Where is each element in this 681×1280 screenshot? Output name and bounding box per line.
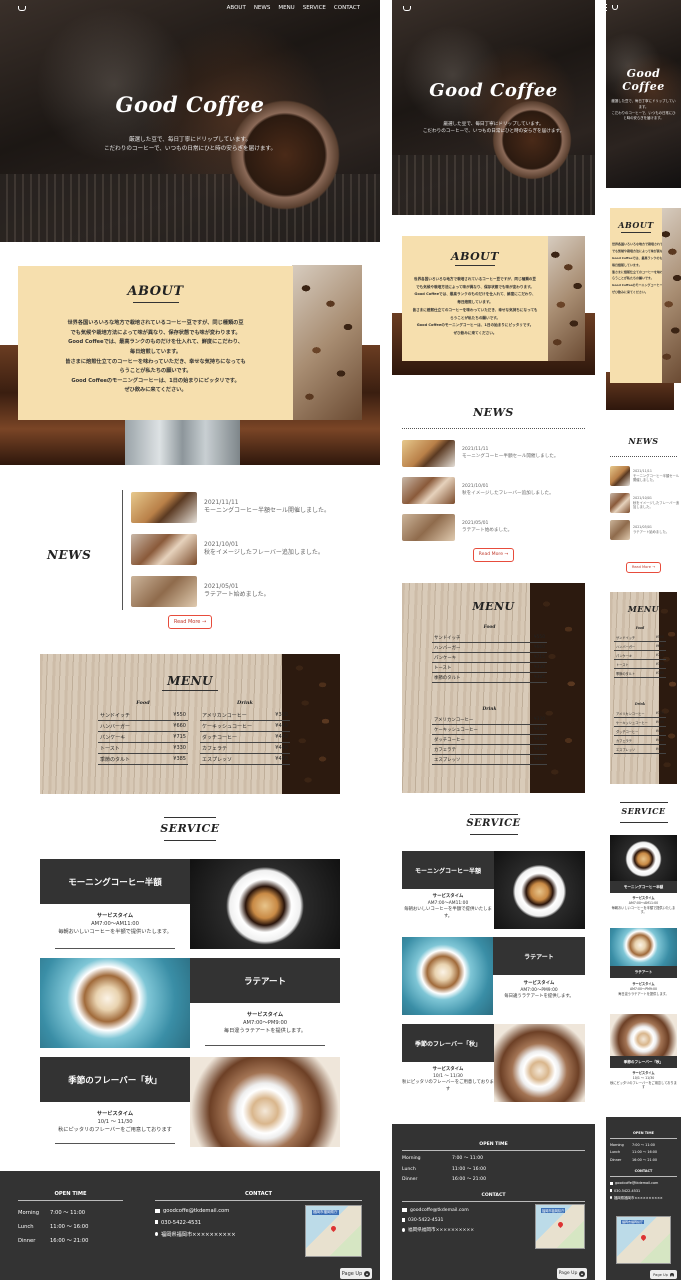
service-name-morning: モーニングコーヒー半額 xyxy=(402,851,494,889)
logo-cup-icon[interactable] xyxy=(18,6,26,11)
news-item[interactable]: 2021/05/01 ラテアート始めました。 xyxy=(131,575,331,607)
menu-title: MENU xyxy=(167,674,213,688)
about-beans-image xyxy=(548,236,585,361)
service-name-autumn: 季節のフレーバー「秋」 xyxy=(40,1057,190,1102)
service-info-autumn: サービスタイム 10/1 ～ 11/30 秋にピッタリのフレーバーをご用意しておりま… xyxy=(58,1111,172,1133)
page-up-button[interactable]: Page Up xyxy=(557,1268,587,1279)
news-item[interactable]: 2021/10/01 秋をイメージしたフレーバー追加しました。 xyxy=(402,477,587,504)
map-embed[interactable]: 福岡市福岡県庁 xyxy=(305,1205,362,1257)
news-thumbnail xyxy=(131,491,197,523)
news-list: 2021/11/11 モーニングコーヒー半額セール開催しました。 2021/10/… xyxy=(402,440,587,541)
news-title: NEWS xyxy=(473,406,514,419)
service-name-autumn: 季節のフレーバー「秋」 xyxy=(402,1024,494,1062)
menu-food: Food サンドイッチ ¥550 ハンバーガー ¥660 パンケーキ ¥715 トース… xyxy=(432,625,547,683)
service-title: SERVICE xyxy=(160,822,220,835)
service-info-morning: サービスタイム AM7:00～AM11:00 毎朝おいしいコーヒーを半額で提供いたし… xyxy=(58,913,172,935)
hero-mobile: Good Coffee 厳選した豆で、毎日丁寧にドリップしています。 こだわりのコ… xyxy=(606,0,681,188)
hours-row: Lunch 11:00 ～ 16:00 xyxy=(18,1223,89,1230)
global-nav: ABOUT NEWS MENU SERVICE CONTACT xyxy=(227,5,360,11)
news-item[interactable]: 2021/10/01 秋をイメージしたフレーバー追加しました。 xyxy=(131,533,331,565)
hours-title: OPEN TIME xyxy=(18,1191,123,1201)
menu-board: MENU Food サンドイッチ ¥550 ハンバーガー ¥660 パンケーキ ¥71… xyxy=(610,592,677,784)
footer: OPEN TIME Morning 7:00 ～ 11:00 Lunch 11:00… xyxy=(606,1117,681,1280)
news-list: 2021/11/11 モーニングコーヒー半額セール開催しました。 2021/10/… xyxy=(131,491,331,607)
menu-row: エスプレッソ ¥460 xyxy=(200,754,290,765)
news-divider xyxy=(122,490,123,610)
news-item[interactable]: 2021/11/11 モーニングコーヒー半額セール開催しました。 xyxy=(402,440,587,467)
service-name-latte: ラテアート xyxy=(493,937,585,975)
service-photo-morning xyxy=(190,859,340,949)
menu-drink: Drink アメリカンコーヒー ¥330 ケーキッシュコーヒー ¥440 ダッチコー… xyxy=(200,700,290,765)
menu-row: ダッチコーヒー ¥440 xyxy=(200,732,290,743)
hero-subtitle: 厳選した豆で、毎日丁寧にドリップしています。 こだわりのコーヒーで、いつもの日常に… xyxy=(103,137,277,152)
menu-row: 季節のタルト ¥385 xyxy=(98,754,188,765)
hamburger-menu-icon[interactable] xyxy=(606,4,607,11)
service-name-morning: モーニングコーヒー半額 xyxy=(40,859,190,904)
footer: OPEN TIME Morning 7:00 ～ 11:00 Lunch 11:00… xyxy=(392,1124,595,1280)
menu-row: アメリカンコーヒー ¥330 xyxy=(200,710,290,721)
arrow-up-icon xyxy=(364,1270,371,1277)
phone-icon xyxy=(155,1220,158,1225)
nav-news[interactable]: NEWS xyxy=(254,5,271,11)
menu-row: カフェラテ ¥440 xyxy=(200,743,290,754)
about-card: ABOUT 世界各国いろいろな地方で栽培されているコーヒー豆ですが、同じ種類の豆… xyxy=(402,236,548,361)
about-text: 世界各国いろいろな地方で栽培されているコーヒー豆ですが、同じ種類の豆 でも気候や栽… xyxy=(65,320,246,394)
menu-board: MENU Food サンドイッチ ¥550 ハンバーガー ¥660 パンケーキ ¥71… xyxy=(402,583,585,793)
news-title: NEWS xyxy=(47,548,92,562)
news-item[interactable]: 2021/05/01 ラテアート始めました。 xyxy=(402,514,587,541)
about-card: ABOUT 世界各国いろいろな地方で栽培されているコーヒー豆ですが、同じ種類の豆… xyxy=(610,208,662,383)
nav-service[interactable]: SERVICE xyxy=(303,5,326,11)
page-up-button[interactable]: Page Up xyxy=(340,1268,372,1279)
about-title: ABOUT xyxy=(127,284,184,299)
pin-icon xyxy=(155,1232,158,1237)
read-more-button[interactable]: Read More → xyxy=(626,562,661,573)
nav-contact[interactable]: CONTACT xyxy=(334,5,360,11)
logo-cup-icon[interactable] xyxy=(403,6,411,11)
hours-row: Dinner 16:00 ～ 21:00 xyxy=(18,1237,89,1244)
map-embed[interactable]: 福岡市福岡県庁 xyxy=(535,1204,585,1249)
news-thumbnail xyxy=(131,575,197,607)
service-photo-autumn xyxy=(190,1057,340,1147)
read-more-button[interactable]: Read More → xyxy=(168,615,212,629)
hours-row: Morning 7:00 ～ 11:00 xyxy=(18,1210,86,1216)
service-info-latte: サービスタイム AM7:00～PM9:00 毎日違うラテアートを提供します。 xyxy=(223,1012,307,1034)
about-glass-image xyxy=(125,418,240,465)
hero-title: Good Coffee xyxy=(429,80,558,101)
page-up-button[interactable]: Page Up xyxy=(650,1270,677,1279)
menu-row: サンドイッチ ¥550 xyxy=(98,710,188,721)
menu-row: トースト ¥330 xyxy=(98,743,188,754)
map-embed[interactable]: 福岡市福岡県庁 xyxy=(616,1216,671,1264)
menu-row: ケーキッシュコーヒー ¥440 xyxy=(200,721,290,732)
menu-board: MENU Food サンドイッチ ¥550 ハンバーガー ¥660 パンケーキ ¥71… xyxy=(40,654,340,794)
hero-subtitle: 厳選した豆で、毎日丁寧にドリップしています。 こだわりのコーヒーで、いつもの日常に… xyxy=(422,122,565,135)
news-item[interactable]: 2021/11/11 モーニングコーヒー半額セール開催しました。 xyxy=(131,491,331,523)
menu-row: パンケーキ ¥715 xyxy=(98,732,188,743)
mail-icon xyxy=(155,1208,160,1213)
service-name-latte: ラテアート xyxy=(190,958,340,1003)
menu-food: Food サンドイッチ ¥550 ハンバーガー ¥660 パンケーキ ¥715 トース… xyxy=(98,700,188,765)
nav-about[interactable]: ABOUT xyxy=(227,5,246,11)
menu-row: ハンバーガー ¥660 xyxy=(98,721,188,732)
footer: OPEN TIME Morning 7:00 ～ 11:00 Lunch 11:00… xyxy=(0,1171,380,1280)
about-card: ABOUT 世界各国いろいろな地方で栽培されているコーヒー豆ですが、同じ種類の豆… xyxy=(18,266,293,420)
read-more-button[interactable]: Read More → xyxy=(473,548,514,562)
hero-tablet: Good Coffee 厳選した豆で、毎日丁寧にドリップしています。 こだわりのコ… xyxy=(392,0,595,215)
menu-drink: Drink アメリカンコーヒー ¥330 ケーキッシュコーヒー ¥440 ダッチコー… xyxy=(432,707,547,765)
service-photo-latte xyxy=(40,958,190,1048)
contact-title: CONTACT xyxy=(155,1191,362,1201)
hero-title: Good Coffee xyxy=(115,92,265,117)
about-beans-image xyxy=(292,265,362,420)
news-thumbnail xyxy=(131,533,197,565)
service-title: SERVICE xyxy=(466,818,521,829)
nav-menu[interactable]: MENU xyxy=(278,5,294,11)
about-text: 世界各国いろいろな地方で栽培されているコーヒー豆ですが、同じ種類の豆 でも気候や栽… xyxy=(412,277,538,336)
hero-desktop: ABOUT NEWS MENU SERVICE CONTACT Good Cof… xyxy=(0,0,380,242)
